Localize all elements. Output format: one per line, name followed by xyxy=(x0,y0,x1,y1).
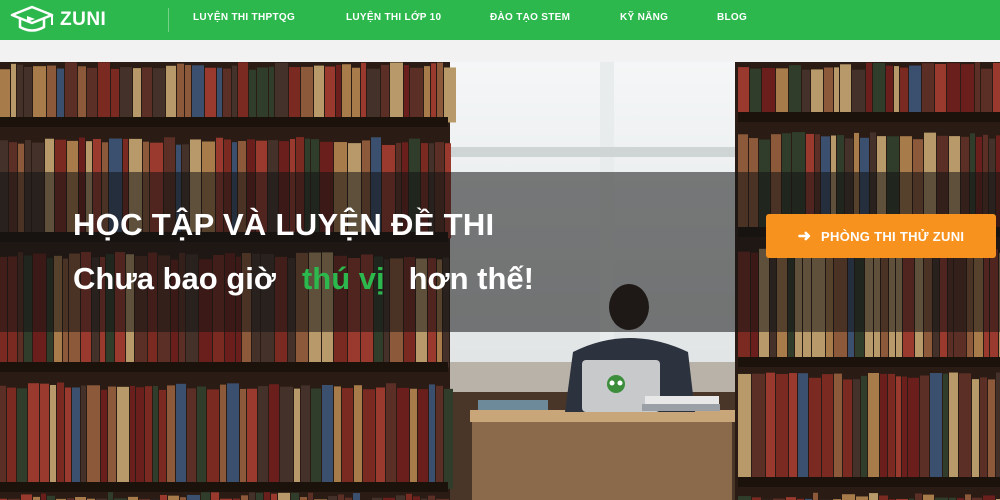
nav-item-ky-nang[interactable]: KỸ NĂNG xyxy=(620,12,668,23)
brand-logo[interactable]: ZUNI xyxy=(10,4,106,36)
mock-exam-room-label: PHÒNG THI THỬ ZUNI xyxy=(821,228,965,244)
graduation-cap-icon xyxy=(10,5,54,32)
hero-subline: Chưa bao giờ thú vị hơn thế! xyxy=(73,261,534,297)
brand-name: ZUNI xyxy=(60,9,107,30)
nav-item-luyen-thi-lop-10[interactable]: LUYỆN THI LỚP 10 xyxy=(346,12,441,23)
subline-text-end: hơn thế! xyxy=(408,261,534,296)
hero-headline: HỌC TẬP VÀ LUYỆN ĐỀ THI xyxy=(73,207,495,242)
mock-exam-room-button[interactable]: ➜ PHÒNG THI THỬ ZUNI xyxy=(766,214,996,258)
nav-divider xyxy=(168,8,169,32)
nav-item-dao-tao-stem[interactable]: ĐÀO TẠO STEM xyxy=(490,12,570,23)
subline-text-start: Chưa bao giờ xyxy=(73,261,276,296)
subline-highlight: thú vị xyxy=(301,261,385,296)
nav-item-blog[interactable]: BLOG xyxy=(717,12,747,23)
nav-shadow-strip xyxy=(0,40,1000,62)
nav-item-luyen-thi-thptqg[interactable]: LUYỆN THI THPTQG xyxy=(193,12,295,23)
top-navbar: ZUNI LUYỆN THI THPTQG LUYỆN THI LỚP 10 Đ… xyxy=(0,0,1000,40)
hero-banner: HỌC TẬP VÀ LUYỆN ĐỀ THI Chưa bao giờ thú … xyxy=(0,62,1000,500)
arrow-right-icon: ➜ xyxy=(797,228,812,245)
